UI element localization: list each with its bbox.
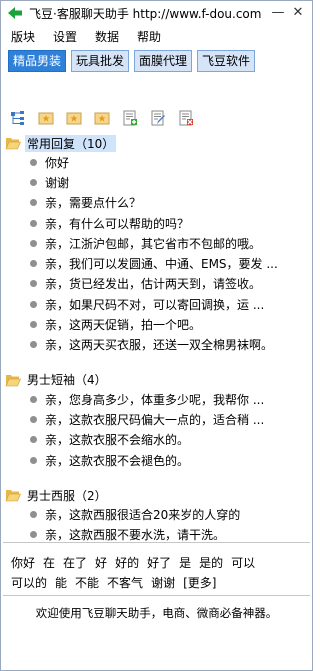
bullet-icon [30,158,37,166]
quick-phrase[interactable]: 可以 [231,553,255,573]
quick-phrase[interactable]: 你好 [11,553,35,573]
list-item[interactable]: 亲，这两天买衣服，还送一双全棉男袜啊。 [5,335,308,355]
bullet-icon [30,300,37,308]
divider [3,595,310,596]
bullet-icon [30,456,37,464]
delete-item-icon[interactable] [177,109,195,127]
list-item[interactable]: 亲，这两天促销，拍一个吧。 [5,314,308,334]
group-header-mens-short-sleeve[interactable]: 男士短袖（4） [5,371,308,389]
open-folder-icon [5,374,21,387]
bullet-icon [30,260,37,268]
list-item[interactable]: 亲，货已经发出，估计两天到，请签收。 [5,274,308,294]
list-item[interactable]: 亲，江浙沪包邮，其它省市不包邮的哦。 [5,233,308,253]
list-item[interactable]: 亲，需要点什么？ [5,193,308,213]
open-folder-icon [5,138,21,150]
delete-folder-icon[interactable] [93,109,111,127]
more-phrases-link[interactable]: [更多] [183,573,216,593]
bullet-icon [30,321,37,329]
category-tabs: 精品男装 玩具批发 面膜代理 飞豆软件 [8,50,260,72]
bullet-icon [30,436,37,444]
menu-help[interactable]: 帮助 [137,28,161,45]
divider [3,542,310,543]
quick-phrase[interactable]: 可以的 [11,573,47,593]
bullet-icon [30,531,37,539]
category-tab-toy-wholesale[interactable]: 玩具批发 [71,50,130,72]
open-folder-icon [5,490,21,502]
group-label: 男士短袖（4） [27,373,107,388]
quick-phrase[interactable]: 是的 [199,553,223,573]
list-item[interactable]: 你好 [5,152,308,172]
quick-phrase[interactable]: 能 [55,573,67,593]
list-item[interactable]: 亲，有什么可以帮助的吗？ [5,213,308,233]
add-folder-icon[interactable] [37,109,55,127]
edit-item-icon[interactable] [149,109,167,127]
bullet-icon [30,280,37,288]
list-item[interactable]: 亲，如果尺码不对，可以寄回调换，运 ... [5,294,308,314]
menu-board[interactable]: 版块 [11,28,35,45]
bullet-icon [30,341,37,349]
reply-tree: 常用回复（10） 你好 谢谢 亲，需要点什么？ 亲，有什么可以帮助的吗？ 亲，江… [5,134,308,542]
status-text: 欢迎使用飞豆聊天助手，电商、微商必备神器。 [35,606,278,620]
minimize-button[interactable]: — [268,4,288,22]
close-button[interactable]: ✕ [288,4,308,22]
bullet-icon [30,239,37,247]
bullet-icon [30,510,37,518]
list-item[interactable]: 亲，我们可以发圆通、中通、EMS，要发 ... [5,253,308,273]
bullet-icon [30,178,37,186]
quick-phrase[interactable]: 在了 [63,553,87,573]
list-item[interactable]: 谢谢 [5,172,308,192]
list-item[interactable]: 亲，这款衣服尺码偏大一点的，适合稍 ... [5,409,308,429]
edit-folder-icon[interactable] [65,109,83,127]
group-header-common-replies[interactable]: 常用回复（10） [5,134,308,152]
add-item-icon[interactable] [121,109,139,127]
category-tab-mens-clothing[interactable]: 精品男装 [8,50,67,72]
quick-phrase[interactable]: 好 [95,553,107,573]
bullet-icon [30,199,37,207]
group-label: 男士西服（2） [27,488,107,503]
category-tab-mask-agent[interactable]: 面膜代理 [134,50,193,72]
toolbar [9,108,205,128]
quick-phrase[interactable]: 谢谢 [151,573,175,593]
category-tab-fdou-software[interactable]: 飞豆软件 [197,50,256,72]
back-arrow-app-icon [8,7,22,19]
app-window: 飞豆·客服聊天助手 http://www.f-dou.com — ✕ 版块 设置… [0,0,313,671]
quick-phrase[interactable]: 好的 [115,553,139,573]
window-title: 飞豆·客服聊天助手 http://www.f-dou.com [29,6,262,21]
menu-bar: 版块 设置 数据 帮助 [1,26,312,46]
quick-phrases: 你好在在了好好的 好了是是的 可以可以的能不能 不客气 谢谢 [更多] [11,553,305,593]
quick-phrase[interactable]: 在 [43,553,55,573]
tree-structure-icon[interactable] [9,109,27,127]
list-item[interactable]: 亲，这款衣服不会褪色的。 [5,450,308,470]
list-item[interactable]: 亲，您身高多少，体重多少呢，我帮你 ... [5,389,308,409]
quick-phrase[interactable]: 好了 [147,553,171,573]
title-bar[interactable]: 飞豆·客服聊天助手 http://www.f-dou.com — ✕ [1,1,312,25]
group-header-mens-suits[interactable]: 男士西服（2） [5,486,308,504]
quick-phrase[interactable]: 不能 [75,573,99,593]
quick-phrase[interactable]: 不客气 [107,573,143,593]
bullet-icon [30,395,37,403]
bullet-icon [30,219,37,227]
group-label: 常用回复（10） [25,134,117,152]
list-item[interactable]: 亲，这款西服很适合20来岁的人穿的 [5,504,308,524]
bullet-icon [30,415,37,423]
quick-phrase[interactable]: 是 [179,553,191,573]
list-item[interactable]: 亲，这款衣服不会缩水的。 [5,430,308,450]
menu-data[interactable]: 数据 [95,28,119,45]
menu-settings[interactable]: 设置 [53,28,77,45]
